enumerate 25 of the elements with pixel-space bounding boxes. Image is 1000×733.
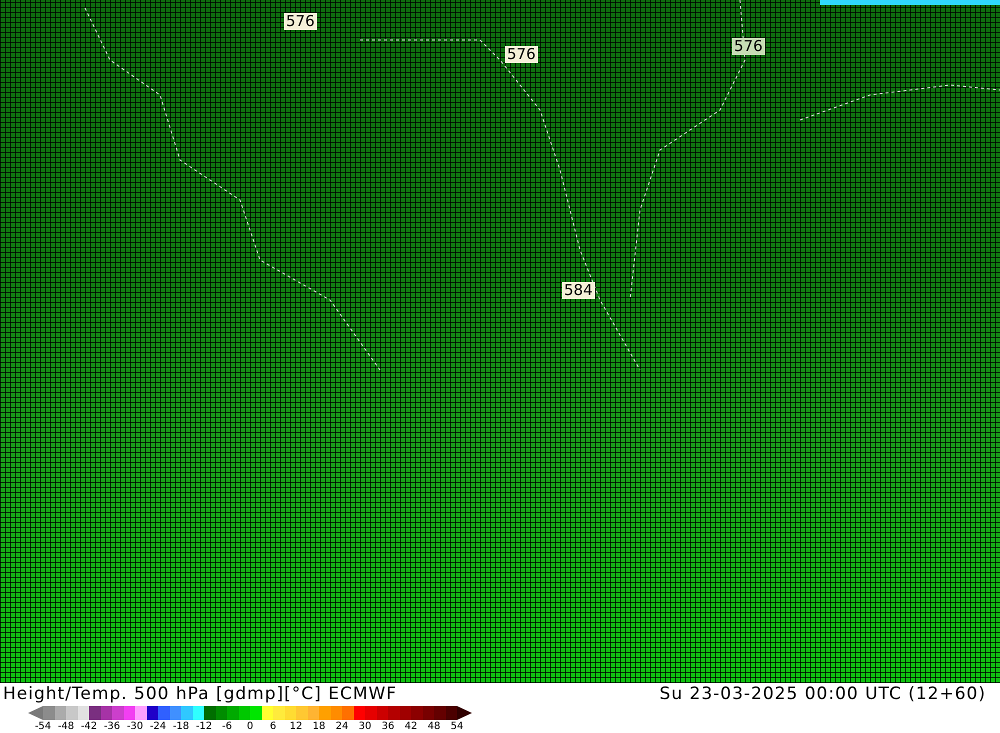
- legend-tick-label: 18: [312, 721, 326, 733]
- legend-tick-label: -24: [150, 721, 166, 733]
- legend-tick-label: -48: [58, 721, 74, 733]
- contour-label: 576: [732, 38, 765, 55]
- valid-time: Su 23-03-2025 00:00 UTC (12+60): [660, 683, 986, 705]
- legend-tick-label: 12: [290, 721, 302, 733]
- legend-tick-label: 24: [336, 721, 348, 733]
- legend-tick-label: 54: [450, 721, 464, 733]
- legend-tick-label: -36: [104, 721, 120, 733]
- legend-tick-label: -6: [222, 721, 232, 733]
- contour-label: 584: [562, 282, 595, 299]
- chart-title: Height/Temp. 500 hPa [gdmp][°C] ECMWF: [3, 683, 398, 705]
- legend-tick-label: -54: [34, 721, 52, 733]
- legend-tick-label: 48: [428, 721, 440, 733]
- contour-label: 576: [284, 13, 317, 30]
- legend-tick-label: 6: [270, 721, 276, 733]
- legend-tick-label: 42: [404, 721, 418, 733]
- legend-tick-label: -30: [126, 721, 144, 733]
- legend-tick-label: -12: [196, 721, 212, 733]
- legend-tick-label: 30: [358, 721, 372, 733]
- legend-tick-label: 36: [382, 721, 394, 733]
- legend-tick-label: -18: [172, 721, 190, 733]
- legend-tick-label: 0: [246, 721, 254, 733]
- contour-label: 576: [505, 46, 538, 63]
- legend-tick-label: -42: [80, 721, 98, 733]
